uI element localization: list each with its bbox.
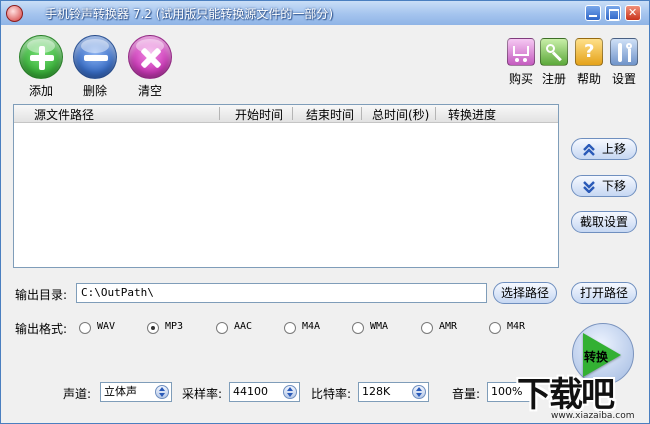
minimize-icon <box>589 15 597 17</box>
buy-label: 购买 <box>508 72 533 86</box>
format-label-m4r[interactable]: M4R <box>507 321 525 332</box>
format-label-m4a[interactable]: M4A <box>302 321 320 332</box>
maximize-icon <box>609 9 619 20</box>
samplerate-value: 44100 <box>233 385 268 398</box>
settings-label: 设置 <box>611 72 636 86</box>
bitrate-label: 比特率: <box>311 387 352 401</box>
channel-select[interactable]: 立体声 <box>100 382 172 402</box>
close-icon: ✕ <box>628 6 638 19</box>
format-label-wav[interactable]: WAV <box>97 321 115 332</box>
format-radio-m4a[interactable] <box>284 322 296 334</box>
minus-icon <box>73 35 117 79</box>
delete-label: 删除 <box>82 84 107 98</box>
samplerate-label: 采样率: <box>182 387 223 401</box>
open-path-button[interactable]: 打开路径 <box>571 282 637 304</box>
format-label-amr[interactable]: AMR <box>439 321 457 332</box>
app-window: 手机铃声转换器 7.2 (试用版只能转换源文件的一部分) ✕ 添加 删除 清空 <box>0 0 650 424</box>
output-dir-input[interactable]: C:\OutPath\ <box>76 283 487 303</box>
cart-icon <box>507 38 535 66</box>
choose-path-button[interactable]: 选择路径 <box>493 282 557 304</box>
output-format-label: 输出格式: <box>15 322 68 336</box>
file-list-header: 源文件路径 开始时间 结束时间 总时间(秒) 转换进度 <box>14 105 558 123</box>
format-radio-amr[interactable] <box>421 322 433 334</box>
column-start-time[interactable]: 开始时间 <box>235 106 283 123</box>
buy-button[interactable]: 购买 <box>503 38 539 86</box>
move-down-label: 下移 <box>602 179 627 193</box>
clip-settings-button[interactable]: 截取设置 <box>571 211 637 233</box>
register-button[interactable]: 注册 <box>536 38 572 86</box>
double-up-arrow-icon <box>583 144 595 156</box>
site-watermark: 下载吧 www.xiazaiba.com <box>517 367 649 423</box>
delete-button[interactable]: 删除 <box>73 35 117 99</box>
samplerate-select[interactable]: 44100 <box>229 382 300 402</box>
watermark-url: www.xiazaiba.com <box>551 411 635 421</box>
add-label: 添加 <box>28 84 53 98</box>
channel-label: 声道: <box>63 387 92 401</box>
title-bar[interactable]: 手机铃声转换器 7.2 (试用版只能转换源文件的一部分) ✕ <box>1 1 649 25</box>
clear-label: 清空 <box>137 84 162 98</box>
format-radio-aac[interactable] <box>216 322 228 334</box>
move-up-label: 上移 <box>602 142 627 156</box>
window-title: 手机铃声转换器 7.2 (试用版只能转换源文件的一部分) <box>45 7 334 21</box>
column-progress[interactable]: 转换进度 <box>448 106 496 123</box>
help-icon: ? <box>575 38 603 66</box>
plus-icon <box>19 35 63 79</box>
settings-button[interactable]: 设置 <box>606 38 642 86</box>
maximize-button[interactable] <box>605 5 621 21</box>
register-label: 注册 <box>541 72 566 86</box>
convert-label: 转换 <box>584 350 609 364</box>
help-button[interactable]: ? 帮助 <box>571 38 607 86</box>
chevron-updown-icon[interactable] <box>155 385 169 399</box>
close-button[interactable]: ✕ <box>625 5 641 21</box>
column-source-path[interactable]: 源文件路径 <box>34 106 94 123</box>
bitrate-value: 128K <box>362 385 391 398</box>
chevron-updown-icon[interactable] <box>412 385 426 399</box>
column-total-time[interactable]: 总时间(秒) <box>372 106 429 123</box>
channel-value: 立体声 <box>104 385 137 398</box>
format-radio-wma[interactable] <box>352 322 364 334</box>
bitrate-select[interactable]: 128K <box>358 382 429 402</box>
tools-icon <box>610 38 638 66</box>
file-list[interactable]: 源文件路径 开始时间 结束时间 总时间(秒) 转换进度 <box>13 104 559 268</box>
volume-label: 音量: <box>452 387 481 401</box>
format-label-mp3[interactable]: MP3 <box>165 321 183 332</box>
format-radio-mp3[interactable] <box>147 322 159 334</box>
format-label-aac[interactable]: AAC <box>234 321 252 332</box>
app-icon <box>6 5 23 22</box>
key-icon <box>540 38 568 66</box>
format-radio-m4r[interactable] <box>489 322 501 334</box>
move-up-button[interactable]: 上移 <box>571 138 637 160</box>
chevron-updown-icon[interactable] <box>283 385 297 399</box>
clear-button[interactable]: 清空 <box>128 35 172 99</box>
move-down-button[interactable]: 下移 <box>571 175 637 197</box>
minimize-button[interactable] <box>585 5 601 21</box>
format-radio-wav[interactable] <box>79 322 91 334</box>
double-down-arrow-icon <box>583 181 595 193</box>
watermark-logo: 下载吧 <box>517 375 615 415</box>
help-label: 帮助 <box>576 72 601 86</box>
x-icon <box>128 35 172 79</box>
format-label-wma[interactable]: WMA <box>370 321 388 332</box>
output-dir-label: 输出目录: <box>15 288 68 302</box>
add-button[interactable]: 添加 <box>19 35 63 99</box>
column-end-time[interactable]: 结束时间 <box>306 106 354 123</box>
